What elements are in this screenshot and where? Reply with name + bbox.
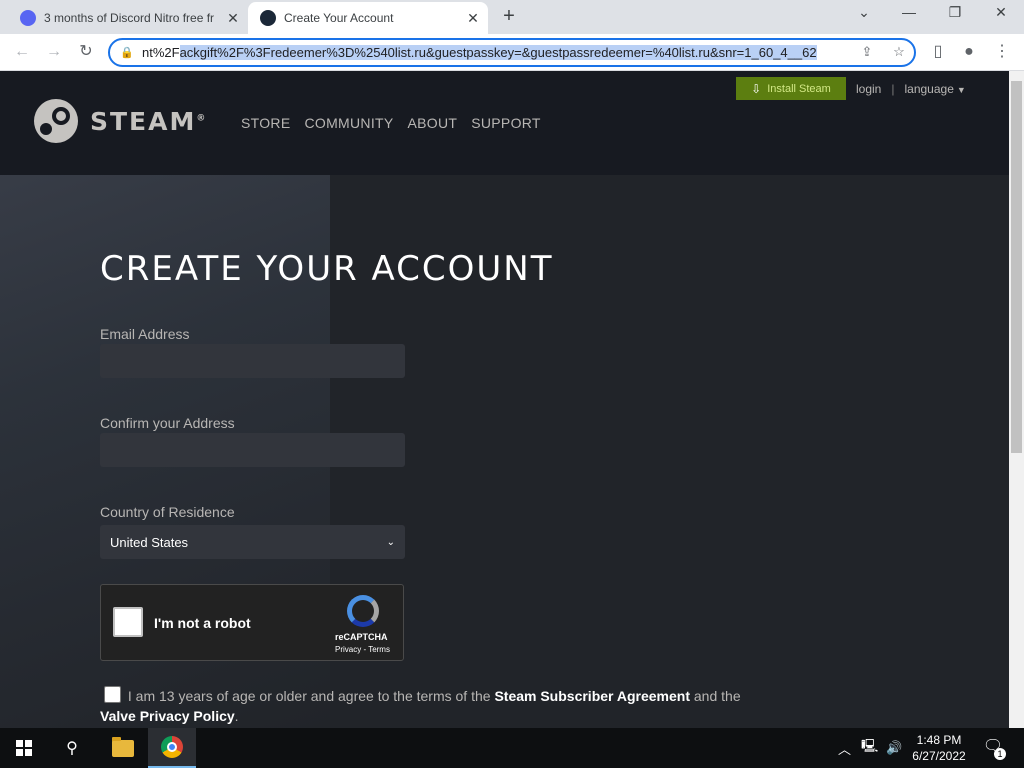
- search-icon: ⚲: [66, 740, 78, 757]
- recaptcha-widget: I'm not a robot reCAPTCHA Privacy - Term…: [100, 584, 404, 661]
- notification-count: 1: [994, 748, 1006, 760]
- url-selected: ackgift%2F%3Fredeemer%3D%2540list.ru&gue…: [179, 45, 817, 60]
- download-icon: ⇩: [751, 81, 762, 96]
- restore-button[interactable]: ❐: [937, 4, 973, 26]
- back-icon[interactable]: ←: [10, 40, 34, 64]
- caret-down-icon: ▼: [956, 85, 966, 95]
- tray-overflow-icon[interactable]: ︿: [838, 739, 851, 758]
- recaptcha-terms-link[interactable]: Privacy - Terms: [335, 645, 390, 654]
- email-label: Email Address: [100, 326, 190, 342]
- browser-tab-strip: 3 months of Discord Nitro free fr ✕ Crea…: [0, 0, 1024, 34]
- file-explorer-button[interactable]: [99, 728, 147, 768]
- folder-icon: [112, 736, 134, 757]
- recaptcha-icon: [347, 595, 379, 627]
- global-actions: login | language ▼: [856, 82, 966, 96]
- email-field[interactable]: [100, 344, 405, 378]
- steam-page: STEAM® STORE COMMUNITY ABOUT SUPPORT ⇩ I…: [0, 71, 1009, 728]
- reload-icon[interactable]: ↻: [74, 40, 98, 64]
- clock-date: 6/27/2022: [912, 749, 966, 763]
- tab-search-icon[interactable]: ⌄: [846, 4, 882, 26]
- url-prefix: nt%2F: [142, 45, 180, 60]
- agreement-checkbox[interactable]: [104, 686, 121, 703]
- volume-icon[interactable]: 🔊: [886, 740, 902, 756]
- recaptcha-brand: reCAPTCHA: [335, 632, 388, 642]
- windows-taskbar: ⚲ ︿ 🖳 🔊 1:48 PM 6/27/2022 🗨 1: [0, 728, 1024, 768]
- nav-support[interactable]: SUPPORT: [471, 115, 541, 131]
- language-dropdown[interactable]: language ▼: [904, 82, 965, 96]
- agreement-period: .: [234, 708, 239, 724]
- chevron-down-icon: ⌄: [386, 536, 395, 548]
- steam-header: STEAM® STORE COMMUNITY ABOUT SUPPORT ⇩ I…: [0, 71, 1009, 175]
- agreement-text: I am 13 years of age or older and agree …: [127, 688, 491, 704]
- system-tray: ︿ 🖳 🔊: [838, 728, 903, 768]
- confirm-email-field[interactable]: [100, 433, 405, 467]
- login-link[interactable]: login: [856, 82, 881, 96]
- page-title: CREATE YOUR ACCOUNT: [100, 249, 554, 289]
- agreement-text-and: and the: [693, 688, 741, 704]
- network-icon[interactable]: 🖳: [861, 737, 878, 759]
- install-steam-label: Install Steam: [767, 82, 831, 95]
- install-steam-button[interactable]: ⇩ Install Steam: [736, 77, 846, 100]
- separator: |: [891, 82, 895, 96]
- browser-toolbar: ← → ↻ 🔒 nt%2Fackgift%2F%3Fredeemer%3D%25…: [0, 34, 1024, 71]
- start-button[interactable]: [0, 728, 48, 768]
- profile-avatar-icon[interactable]: ●: [957, 40, 981, 64]
- discord-icon: [20, 10, 36, 26]
- recaptcha-label: I'm not a robot: [154, 615, 251, 631]
- taskbar-clock[interactable]: 1:48 PM 6/27/2022: [906, 732, 972, 764]
- confirm-email-label: Confirm your Address: [100, 415, 235, 431]
- chrome-taskbar-button[interactable]: [148, 728, 196, 768]
- steam-logo-icon: [34, 99, 78, 143]
- steam-icon: [260, 10, 276, 26]
- close-icon[interactable]: ✕: [222, 10, 244, 27]
- search-button[interactable]: ⚲: [48, 728, 96, 768]
- url-text[interactable]: nt%2Fackgift%2F%3Fredeemer%3D%2540list.r…: [142, 45, 842, 60]
- tab-title: Create Your Account: [284, 11, 394, 25]
- country-selected-value: United States: [110, 534, 189, 550]
- country-select[interactable]: United States ⌄: [100, 525, 405, 559]
- tab-title: 3 months of Discord Nitro free fr: [44, 11, 215, 25]
- steam-logo[interactable]: STEAM®: [34, 99, 207, 143]
- nav-about[interactable]: ABOUT: [408, 115, 458, 131]
- clock-time: 1:48 PM: [916, 733, 962, 747]
- chrome-icon: [161, 736, 183, 758]
- window-close-button[interactable]: ✕: [983, 4, 1019, 26]
- subscriber-agreement-link[interactable]: Steam Subscriber Agreement: [494, 688, 690, 704]
- notification-center-icon[interactable]: 🗨 1: [982, 736, 1006, 760]
- page-scrollbar[interactable]: [1009, 71, 1024, 728]
- privacy-policy-link[interactable]: Valve Privacy Policy: [100, 708, 235, 724]
- forward-icon[interactable]: →: [42, 40, 66, 64]
- share-icon[interactable]: ⇪: [858, 44, 876, 60]
- address-bar[interactable]: 🔒 nt%2Fackgift%2F%3Fredeemer%3D%2540list…: [108, 38, 916, 67]
- new-tab-button[interactable]: +: [498, 6, 520, 28]
- recaptcha-checkbox[interactable]: [113, 607, 143, 637]
- close-icon[interactable]: ✕: [462, 10, 484, 27]
- windows-logo-icon: [16, 740, 32, 756]
- scrollbar-thumb[interactable]: [1011, 81, 1022, 453]
- side-panel-icon[interactable]: ▯: [926, 40, 950, 64]
- menu-kebab-icon[interactable]: ⋮: [990, 40, 1014, 64]
- bookmark-star-icon[interactable]: ☆: [890, 44, 908, 60]
- nav-community[interactable]: COMMUNITY: [304, 115, 393, 131]
- lock-icon[interactable]: 🔒: [120, 46, 134, 59]
- steam-main-nav: STORE COMMUNITY ABOUT SUPPORT: [241, 115, 541, 131]
- steam-logo-text: STEAM®: [90, 106, 208, 136]
- tab-create-account[interactable]: Create Your Account ✕: [248, 2, 488, 34]
- tab-discord-nitro[interactable]: 3 months of Discord Nitro free fr ✕: [8, 2, 248, 34]
- nav-store[interactable]: STORE: [241, 115, 290, 131]
- age-agreement: I am 13 years of age or older and agree …: [100, 686, 800, 726]
- minimize-button[interactable]: —: [891, 4, 927, 26]
- country-label: Country of Residence: [100, 504, 235, 520]
